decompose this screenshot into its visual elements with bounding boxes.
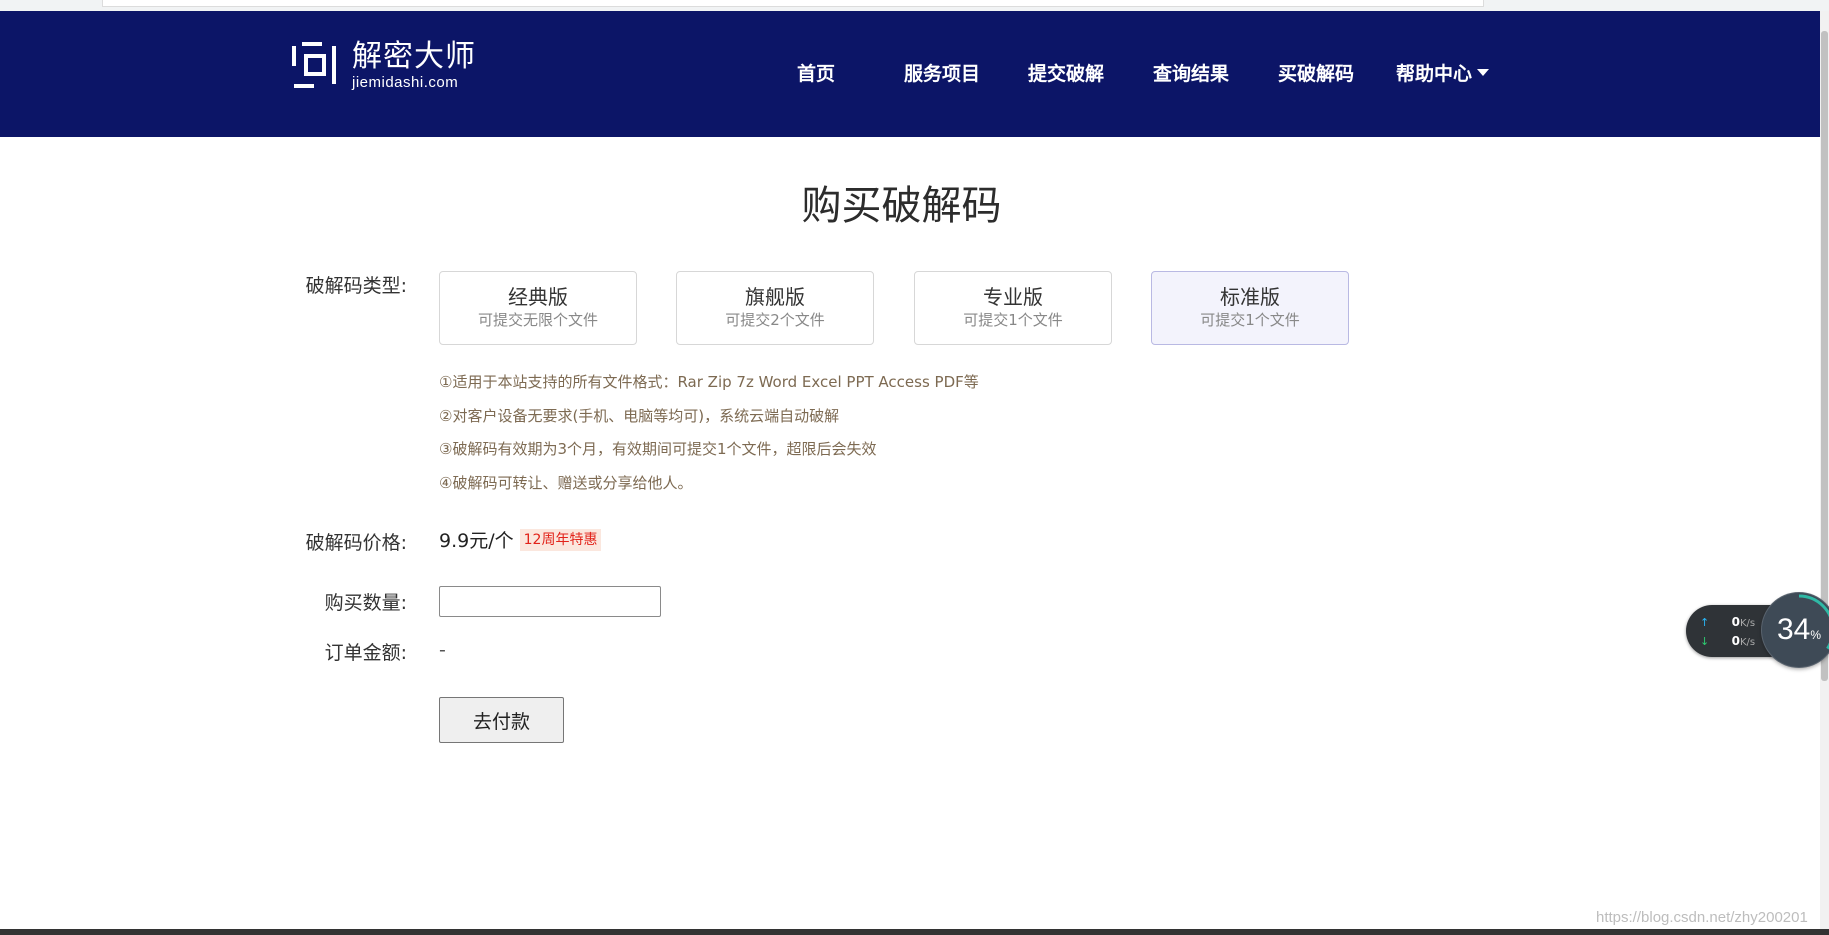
browser-address-bar[interactable] <box>102 0 1484 7</box>
type-card-standard[interactable]: 标准版 可提交1个文件 <box>1151 271 1349 345</box>
promo-badge: 12周年特惠 <box>519 528 602 551</box>
price-value: 9.9元/个 <box>439 530 514 552</box>
caret-down-icon <box>1477 69 1490 76</box>
nav-item-buy-code[interactable]: 买破解码 <box>1278 11 1354 137</box>
type-name: 标准版 <box>1220 285 1280 309</box>
type-card-classic[interactable]: 经典版 可提交无限个文件 <box>439 271 637 345</box>
nav-item-home[interactable]: 首页 <box>797 11 835 137</box>
usage-percent: 34% <box>1762 593 1829 667</box>
type-desc: 可提交2个文件 <box>725 311 825 329</box>
amount-label: 订单金额: <box>324 642 407 664</box>
upload-speed-unit: K/s <box>1740 618 1756 629</box>
nav-item-services[interactable]: 服务项目 <box>904 11 980 137</box>
type-desc: 可提交1个文件 <box>1200 311 1300 329</box>
page-scrollbar[interactable] <box>1820 11 1829 931</box>
upload-speed: ↑ 0K/s <box>1700 613 1770 631</box>
type-card-professional[interactable]: 专业版 可提交1个文件 <box>914 271 1112 345</box>
note-validity: ③破解码有效期为3个月，有效期间可提交1个文件，超限后会失效 <box>439 440 877 458</box>
type-desc: 可提交1个文件 <box>963 311 1063 329</box>
order-amount-value: - <box>439 639 446 661</box>
type-card-flagship[interactable]: 旗舰版 可提交2个文件 <box>676 271 874 345</box>
usage-percent-value: 34 <box>1776 613 1811 646</box>
nav-item-help[interactable]: 帮助中心 <box>1396 11 1490 137</box>
download-speed-unit: K/s <box>1740 637 1756 648</box>
upload-arrow-icon: ↑ <box>1700 616 1710 629</box>
type-name: 经典版 <box>508 285 568 309</box>
nav-item-submit[interactable]: 提交破解 <box>1028 11 1104 137</box>
nav-item-results[interactable]: 查询结果 <box>1153 11 1229 137</box>
type-desc: 可提交无限个文件 <box>477 311 598 329</box>
scrollbar-thumb[interactable] <box>1821 31 1828 681</box>
pay-button[interactable]: 去付款 <box>439 697 564 743</box>
page-title: 购买破解码 <box>801 183 1002 229</box>
download-speed: ↓ 0K/s <box>1700 632 1770 650</box>
main-nav: 首页 服务项目 提交破解 查询结果 买破解码 帮助中心 <box>0 11 1820 137</box>
download-speed-value: 0 <box>1731 634 1740 648</box>
upload-speed-value: 0 <box>1731 615 1740 629</box>
note-devices: ②对客户设备无要求(手机、电脑等均可)，系统云端自动破解 <box>439 407 840 425</box>
type-name: 旗舰版 <box>745 285 805 309</box>
type-label: 破解码类型: <box>305 275 407 297</box>
quantity-input[interactable] <box>439 586 661 617</box>
usage-percent-sign: % <box>1810 628 1822 642</box>
type-name: 专业版 <box>983 285 1043 309</box>
note-formats: ①适用于本站支持的所有文件格式：Rar Zip 7z Word Excel PP… <box>439 373 979 391</box>
price-label: 破解码价格: <box>305 532 407 554</box>
download-arrow-icon: ↓ <box>1700 635 1710 648</box>
memory-usage-circle: 34% <box>1762 593 1829 667</box>
network-speed-widget[interactable]: ↑ 0K/s ↓ 0K/s 34% <box>1686 593 1829 673</box>
note-transfer: ④破解码可转让、赠送或分享给他人。 <box>439 474 693 492</box>
quantity-label: 购买数量: <box>324 592 407 614</box>
price-row: 9.9元/个 12周年特惠 <box>439 528 602 554</box>
watermark: https://blog.csdn.net/zhy200201 <box>1596 909 1808 926</box>
bottom-bar <box>0 929 1829 935</box>
